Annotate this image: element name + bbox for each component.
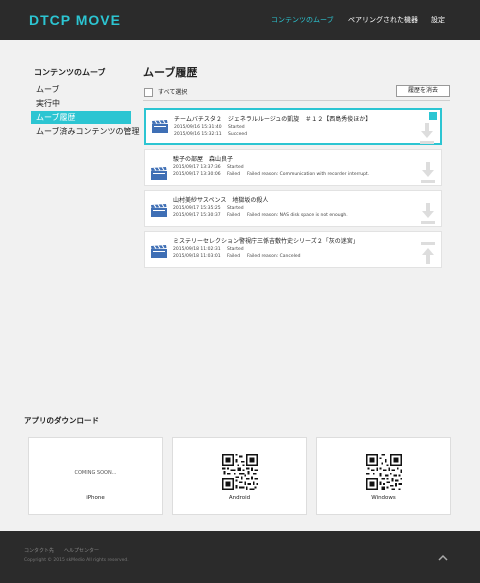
history-item-log: 2015/09/17 15:30:37 Failed Failed reason: …	[173, 213, 348, 218]
sidebar-item-move[interactable]: ムーブ	[31, 83, 131, 96]
footer-link-contact[interactable]: コンタクト先	[24, 548, 54, 555]
history-item[interactable]: 駿子の部屋 森山良子 2015/09/17 13:37:36 Started 20…	[144, 149, 442, 186]
history-item-log: 2015/09/16 15:32:11 Succeed	[174, 132, 248, 137]
clear-history-button[interactable]: 履歴を消去	[396, 85, 450, 97]
history-item-title: ミステリーセレクション警視庁三係吉敷竹史シリーズ２「灰の迷宮」	[173, 238, 359, 245]
history-item[interactable]: チームバチスタ２ ジェネラルルージュの凱旋 ＃１２【西島秀俊ほか】 2015/0…	[144, 108, 442, 145]
app-download-android[interactable]: Android	[172, 437, 307, 515]
download-icon[interactable]	[421, 203, 435, 225]
nav-settings[interactable]: 設定	[431, 15, 445, 25]
footer: コンタクト先 ヘルプセンター Copyright © 2015 skMedio …	[0, 531, 480, 583]
history-item-log: 2015/09/17 15:35:25 Started	[173, 206, 244, 211]
nav-paired-devices[interactable]: ペアリングされた機器	[348, 15, 418, 25]
history-item-log: 2015/09/18 11:03:01 Failed Failed reason: …	[173, 254, 301, 259]
app-name-windows: Windows	[371, 495, 396, 501]
history-item-title: 山村美紗サスペンス 地獄坂の殺人	[173, 197, 269, 204]
download-icon[interactable]	[421, 162, 435, 184]
footer-link-help[interactable]: ヘルプセンター	[64, 548, 99, 555]
select-all-label: すべて選択	[158, 89, 188, 96]
qr-code-icon	[222, 454, 258, 490]
history-item-title: 駿子の部屋 森山良子	[173, 156, 234, 163]
clapperboard-icon	[152, 120, 168, 133]
nav-content-move[interactable]: コンテンツのムーブ	[271, 15, 334, 25]
sidebar-item-history[interactable]: ムーブ履歴	[31, 111, 131, 124]
clapperboard-icon	[151, 204, 167, 217]
history-item-title: チームバチスタ２ ジェネラルルージュの凱旋 ＃１２【西島秀俊ほか】	[174, 116, 372, 123]
app-download-windows[interactable]: Windows	[316, 437, 451, 515]
history-item-log: 2015/09/16 15:31:40 Started	[174, 125, 245, 130]
download-icon[interactable]	[420, 123, 434, 145]
checkmark-icon[interactable]	[429, 112, 437, 126]
back-to-top-icon[interactable]	[431, 546, 455, 570]
select-all-checkbox[interactable]	[144, 88, 153, 97]
sidebar-title: コンテンツのムーブ	[34, 68, 106, 77]
upload-icon[interactable]	[421, 242, 435, 264]
history-item-log: 2015/09/17 13:30:06 Failed Failed reason: …	[173, 172, 370, 177]
app-logo[interactable]: DTCP MOVE	[29, 12, 121, 28]
app-name-iphone: iPhone	[86, 495, 105, 501]
app-name-android: Android	[228, 495, 251, 501]
coming-soon-label: COMING SOON...	[74, 470, 117, 476]
app-download-title: アプリのダウンロード	[24, 416, 99, 425]
clapperboard-icon	[151, 245, 167, 258]
sidebar-item-moved-contents[interactable]: ムーブ済みコンテンツの管理	[31, 125, 140, 138]
header-bar: DTCP MOVE コンテンツのムーブ ペアリングされた機器 設定	[0, 0, 480, 40]
clapperboard-icon	[151, 167, 167, 180]
history-item-log: 2015/09/17 13:37:36 Started	[173, 165, 244, 170]
qr-code-icon	[366, 454, 402, 490]
history-item-log: 2015/09/18 11:02:31 Started	[173, 247, 244, 252]
history-item[interactable]: 山村美紗サスペンス 地獄坂の殺人 2015/09/17 15:35:25 Star…	[144, 190, 442, 227]
sidebar-item-running[interactable]: 実行中	[31, 97, 131, 110]
copyright-text: Copyright © 2015 skMedio All rights rese…	[24, 558, 129, 563]
page-title: ムーブ履歴	[143, 66, 198, 79]
app-download-iphone[interactable]: COMING SOON... iPhone	[28, 437, 163, 515]
divider	[143, 100, 450, 101]
history-item[interactable]: ミステリーセレクション警視庁三係吉敷竹史シリーズ２「灰の迷宮」 2015/09/…	[144, 231, 442, 268]
